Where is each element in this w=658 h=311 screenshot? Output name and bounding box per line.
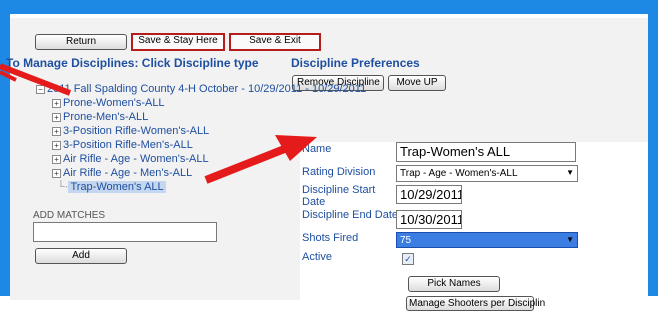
annotation-arrows xyxy=(0,63,317,184)
manage-shooters-button[interactable]: Manage Shooters per Disciplin xyxy=(406,296,545,311)
right-annotation-arrow xyxy=(204,142,294,184)
left-annotation-arrow xyxy=(0,63,72,96)
